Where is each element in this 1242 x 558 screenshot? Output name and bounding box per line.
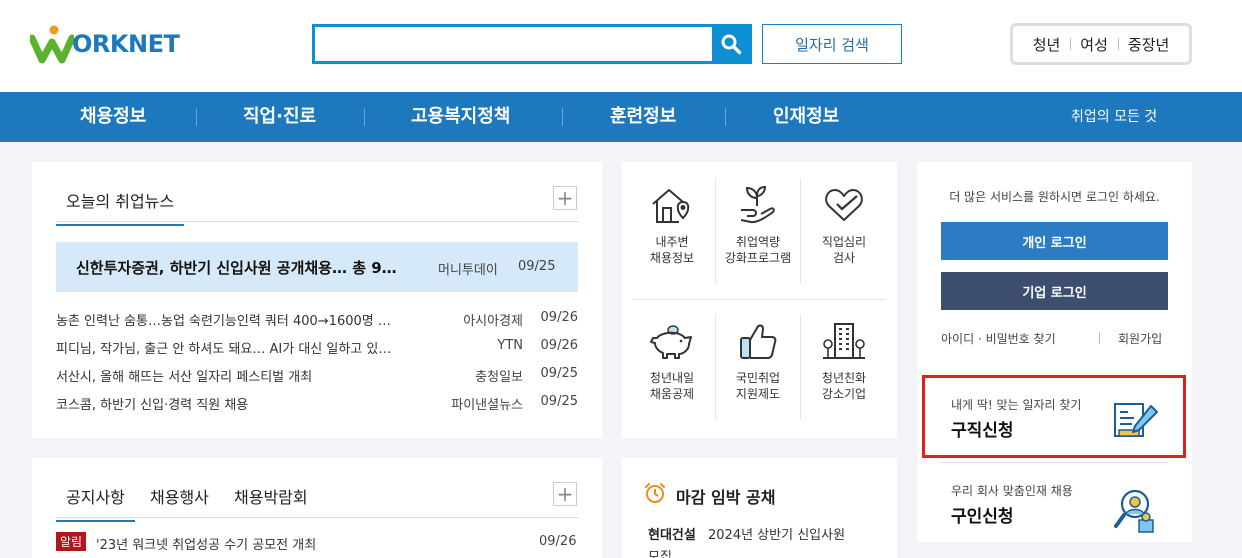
tab-youth[interactable]: 청년 (1023, 34, 1071, 55)
service-label: 청년내일 채움공제 (649, 371, 695, 401)
tab-middle-aged[interactable]: 중장년 (1117, 34, 1179, 55)
plus-icon: + (556, 482, 574, 506)
nav-item-talent[interactable]: 인재정보 (773, 92, 839, 142)
target-tabs: 청년 여성 중장년 (1010, 23, 1192, 65)
notice-panel: 공지사항 채용행사 채용박람회 + 알림 '23년 워크넷 취업성공 수기 공모… (32, 458, 602, 558)
news-title: 피디님, 작가님, 출근 안 하셔도 돼요… AI가 대신 일하고 있… (56, 342, 392, 357)
apply-subtitle: 우리 회사 맞춤인재 채용 (951, 484, 1073, 498)
news-list-item[interactable]: 코스콤, 하반기 신입·경력 직원 채용 파이낸셜뉴스 09/25 (56, 392, 578, 413)
notice-more-button[interactable]: + (553, 482, 577, 506)
news-source: 머니투데이 (438, 263, 498, 278)
tab-women[interactable]: 여성 (1070, 34, 1118, 55)
service-youth-friendly-company[interactable]: 청년친화 강소기업 (801, 320, 887, 402)
deadline-title: 마감 임박 공채 (676, 488, 776, 507)
news-date: 09/25 (518, 259, 556, 274)
apply-title: 구인신청 (951, 507, 1014, 527)
service-employment-program[interactable]: 취업역량 강화프로그램 (715, 184, 801, 266)
news-list-item[interactable]: 농촌 인력난 숨통…농업 숙련기능인력 쿼터 400→1600명 … 아시아경제… (56, 308, 578, 329)
worknet-logo[interactable]: ORKNET (30, 22, 180, 66)
company-login-button[interactable]: 기업 로그인 (941, 272, 1168, 310)
logo-text: ORKNET (72, 30, 180, 58)
news-list-item[interactable]: 피디님, 작가님, 출근 안 하셔도 돼요… AI가 대신 일하고 있… YTN… (56, 336, 578, 357)
news-date: 09/26 (540, 338, 578, 353)
job-posting-title[interactable]: 2024년 상반기 신입사원 (708, 524, 845, 543)
service-psych-test[interactable]: 직업심리 검사 (801, 184, 887, 266)
sprout-hand-icon (740, 185, 775, 224)
plus-icon: + (556, 186, 574, 210)
piggy-bank-icon (650, 325, 692, 359)
service-shortcut-panel: 내주변 채용정보 취업역량 강화프로그램 직업심리 검사 청년내일 채움공제 국민취업 지… (622, 162, 897, 438)
news-more-button[interactable]: + (553, 186, 577, 210)
nav-item-jobs[interactable]: 채용정보 (80, 92, 146, 142)
highlight-frame (922, 375, 1186, 458)
personal-login-button[interactable]: 개인 로그인 (941, 222, 1168, 260)
nav-item-career[interactable]: 직업·진로 (243, 92, 316, 142)
news-date: 09/25 (540, 366, 578, 381)
news-highlight-item[interactable]: 신한투자증권, 하반기 신입사원 공개채용… 총 9… 머니투데이 09/25 (56, 242, 578, 292)
house-location-icon (652, 189, 690, 223)
header: ORKNET 일자리 검색 청년 여성 중장년 (0, 0, 1242, 92)
news-source: YTN (497, 338, 523, 353)
nav-divider (562, 108, 563, 126)
search-box (312, 24, 752, 64)
tab-recruit-event[interactable]: 채용행사 (150, 484, 209, 508)
divider (632, 299, 886, 300)
worknet-w-icon (30, 25, 74, 64)
nav-divider (364, 108, 365, 126)
service-label: 청년친화 강소기업 (821, 371, 867, 401)
news-list-item[interactable]: 서산시, 올해 해뜨는 서산 일자리 페스티벌 개최 충청일보 09/25 (56, 364, 578, 385)
service-label: 국민취업 지원제도 (735, 371, 781, 401)
login-message: 더 많은 서비스를 원하시면 로그인 하세요. (949, 190, 1160, 204)
divider (56, 517, 578, 518)
tab-job-fair[interactable]: 채용박람회 (234, 484, 308, 508)
news-date: 09/25 (540, 394, 578, 409)
deadline-panel: 마감 임박 공채 현대건설 2024년 상반기 신입사원 모집 (622, 458, 897, 558)
employer-recruit-apply[interactable]: 우리 회사 맞춤인재 채용 구인신청 (941, 470, 1171, 542)
service-label: 내주변 채용정보 (649, 235, 695, 265)
tab-notice[interactable]: 공지사항 (56, 484, 135, 522)
building-icon (823, 323, 865, 359)
search-icon (721, 34, 741, 55)
login-panel: 더 많은 서비스를 원하시면 로그인 하세요. 개인 로그인 기업 로그인 아이… (917, 162, 1192, 542)
service-youth-savings[interactable]: 청년내일 채움공제 (629, 320, 715, 402)
tab-today-news[interactable]: 오늘의 취업뉴스 (55, 188, 185, 226)
news-date: 09/26 (540, 310, 578, 325)
service-nearby-jobs[interactable]: 내주변 채용정보 (629, 184, 715, 266)
nav-divider (725, 108, 726, 126)
service-national-employment[interactable]: 국민취업 지원제도 (715, 320, 801, 402)
news-title: 코스콤, 하반기 신입·경력 직원 채용 (56, 398, 249, 413)
service-label: 직업심리 검사 (821, 235, 867, 265)
job-posting-title-cont: 모집 (648, 550, 672, 558)
news-source: 아시아경제 (463, 314, 523, 329)
search-button[interactable] (712, 27, 749, 61)
job-search-button[interactable]: 일자리 검색 (762, 24, 902, 64)
news-title: 농촌 인력난 숨통…농업 숙련기능인력 쿼터 400→1600명 … (56, 314, 391, 329)
nav-item-training[interactable]: 훈련정보 (610, 92, 676, 142)
search-input[interactable] (315, 27, 712, 61)
company-name[interactable]: 현대건설 (648, 524, 696, 543)
service-label: 취업역량 강화프로그램 (724, 235, 792, 265)
divider (56, 221, 578, 222)
heart-check-icon (825, 189, 863, 221)
notice-title[interactable]: '23년 워크넷 취업성공 수기 공모전 개최 (96, 534, 316, 553)
notice-date: 09/26 (539, 534, 577, 549)
nav-all-about-employment[interactable]: 취업의 모든 것 (1071, 92, 1157, 142)
signup-link[interactable]: 회원가입 (1118, 330, 1162, 347)
news-panel: 오늘의 취업뉴스 + 신한투자증권, 하반기 신입사원 공개채용… 총 9… 머… (32, 162, 602, 438)
find-id-password-link[interactable]: 아이디 · 비밀번호 찾기 (941, 330, 1056, 347)
main-nav: 채용정보 직업·진로 고용복지정책 훈련정보 인재정보 취업의 모든 것 (0, 92, 1242, 142)
news-title: 서산시, 올해 해뜨는 서산 일자리 페스티벌 개최 (56, 370, 313, 385)
divider (941, 462, 1168, 463)
notice-badge: 알림 (56, 532, 87, 551)
news-title: 신한투자증권, 하반기 신입사원 공개채용… 총 9… (76, 259, 397, 277)
nav-divider (196, 108, 197, 126)
magnifier-person-icon (1114, 489, 1154, 533)
news-source: 충청일보 (475, 370, 523, 385)
nav-item-welfare-policy[interactable]: 고용복지정책 (411, 92, 510, 142)
alarm-clock-icon (645, 483, 665, 503)
thumbs-up-icon (740, 324, 777, 359)
divider (1099, 332, 1100, 344)
news-source: 파이낸셜뉴스 (451, 398, 523, 413)
